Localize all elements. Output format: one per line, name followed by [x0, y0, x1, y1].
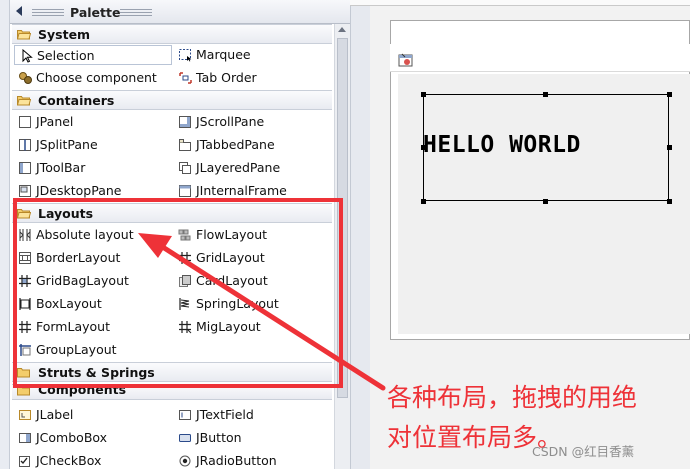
- left-edge-strip: [0, 0, 10, 469]
- palette-item-jlabel[interactable]: JLabel: [14, 405, 172, 425]
- palette-item-gridlayout[interactable]: GridLayout: [174, 248, 332, 268]
- resize-handle-e[interactable]: [667, 145, 672, 150]
- jsplitpane-icon: [19, 139, 31, 151]
- category-components[interactable]: Components: [12, 384, 332, 400]
- formlayout-icon: [19, 321, 31, 333]
- palette-item-flowlayout[interactable]: FlowLayout: [174, 225, 332, 245]
- cardlayout-icon: [179, 275, 191, 287]
- resize-handle-ne[interactable]: [667, 92, 672, 97]
- miglayout-icon: [179, 321, 192, 334]
- palette-item-grouplayout[interactable]: GroupLayout: [14, 340, 172, 360]
- jlayeredpane-icon: [179, 162, 191, 174]
- design-ruler-strip: [350, 0, 370, 469]
- flowlayout-icon: [178, 229, 191, 241]
- jlabel-icon: [19, 410, 31, 420]
- java-frame-icon: [398, 53, 413, 67]
- category-label: Containers: [38, 93, 115, 108]
- jscrollpane-icon: [179, 116, 191, 128]
- palette-item-jcheckbox[interactable]: JCheckBox: [14, 451, 172, 469]
- category-containers[interactable]: Containers: [12, 90, 332, 110]
- folder-closed-icon: [17, 368, 30, 378]
- palette-item-jtextfield[interactable]: JTextField: [174, 405, 332, 425]
- gridlayout-icon: [179, 252, 191, 264]
- palette-item-jtabbedpane[interactable]: JTabbedPane: [174, 135, 332, 155]
- palette-header: Palette: [10, 0, 350, 24]
- grip-left-icon[interactable]: [32, 9, 64, 16]
- resize-handle-se[interactable]: [667, 199, 672, 204]
- springlayout-icon: [179, 298, 190, 310]
- jframe-title-bar: [390, 44, 690, 72]
- resize-handle-nw[interactable]: [421, 92, 426, 97]
- palette-title: Palette: [70, 5, 121, 20]
- palette-item-absolute-layout[interactable]: Absolute layout: [14, 225, 172, 245]
- hello-world-label[interactable]: HELLO WORLD: [423, 132, 581, 158]
- palette-item-marquee[interactable]: Marquee: [174, 45, 332, 65]
- collapse-palette-icon[interactable]: [16, 6, 22, 16]
- jinternalframe-icon: [179, 185, 191, 197]
- borderlayout-icon: [19, 252, 31, 264]
- category-struts-springs[interactable]: Struts & Springs: [12, 362, 332, 382]
- category-layouts[interactable]: Layouts: [12, 203, 332, 223]
- palette-item-jpanel[interactable]: JPanel: [14, 112, 172, 132]
- gridbaglayout-icon: [19, 275, 31, 287]
- palette-item-selection[interactable]: Selection: [14, 45, 172, 65]
- palette-item-cardlayout[interactable]: CardLayout: [174, 271, 332, 291]
- palette-item-jdesktoppane[interactable]: JDesktopPane: [14, 181, 172, 201]
- category-system[interactable]: System: [12, 24, 332, 44]
- palette-item-formlayout[interactable]: FormLayout: [14, 317, 172, 337]
- marquee-icon: [179, 49, 192, 62]
- absolute-layout-icon: [19, 229, 31, 241]
- palette-item-jcombobox[interactable]: JComboBox: [14, 428, 172, 448]
- category-label: System: [38, 27, 91, 42]
- csdn-watermark: CSDN @红目香薰: [532, 444, 635, 459]
- palette-item-jtoolbar[interactable]: JToolBar: [14, 158, 172, 178]
- palette-item-miglayout[interactable]: MigLayout: [174, 317, 332, 337]
- jtextfield-icon: [179, 410, 191, 420]
- palette-item-gridbaglayout[interactable]: GridBagLayout: [14, 271, 172, 291]
- jdesktoppane-icon: [19, 185, 31, 197]
- folder-open-icon: [17, 30, 31, 40]
- category-label: Struts & Springs: [38, 365, 155, 380]
- jtabbedpane-icon: [179, 139, 191, 151]
- palette-item-jlayeredpane[interactable]: JLayeredPane: [174, 158, 332, 178]
- palette-item-tab-order[interactable]: Tab Order: [174, 68, 332, 88]
- palette-item-jradiobutton[interactable]: JRadioButton: [174, 451, 332, 469]
- jcombobox-icon: [19, 433, 31, 443]
- design-top-bar: [350, 0, 690, 6]
- grouplayout-icon: [19, 344, 31, 356]
- boxlayout-icon: [19, 298, 31, 310]
- choose-component-icon: [19, 72, 32, 84]
- palette-item-jbutton[interactable]: JButton: [174, 428, 332, 448]
- palette-item-springlayout[interactable]: SpringLayout: [174, 294, 332, 314]
- jtoolbar-icon: [19, 162, 31, 174]
- annotation-line-1: 各种布局，拖拽的用绝: [387, 383, 638, 412]
- palette-panel: Palette System Selection Marquee Choose …: [10, 0, 350, 469]
- tab-order-icon: [179, 72, 192, 84]
- folder-open-icon: [17, 96, 31, 106]
- palette-item-choose-component[interactable]: Choose component: [14, 68, 172, 88]
- scroll-up-icon[interactable]: [338, 27, 346, 32]
- grip-right-icon[interactable]: [120, 9, 152, 16]
- folder-open-icon: [17, 386, 30, 396]
- palette-item-borderlayout[interactable]: BorderLayout: [14, 248, 172, 268]
- palette-item-boxlayout[interactable]: BoxLayout: [14, 294, 172, 314]
- palette-item-jsplitpane[interactable]: JSplitPane: [14, 135, 172, 155]
- jcheckbox-icon: [19, 456, 30, 467]
- resize-handle-sw[interactable]: [421, 199, 426, 204]
- folder-open-icon: [17, 209, 31, 219]
- jpanel-icon: [19, 116, 31, 128]
- jbutton-icon: [179, 434, 191, 442]
- cursor-arrow-icon: [22, 49, 33, 63]
- palette-item-jscrollpane[interactable]: JScrollPane: [174, 112, 332, 132]
- resize-handle-n[interactable]: [543, 92, 548, 97]
- resize-handle-s[interactable]: [543, 199, 548, 204]
- palette-scrollbar[interactable]: [334, 24, 350, 469]
- category-label: Layouts: [38, 206, 94, 221]
- category-label: Components: [38, 384, 127, 397]
- jradiobutton-icon: [179, 455, 191, 467]
- scrollbar-thumb[interactable]: [337, 38, 348, 398]
- palette-item-jinternalframe[interactable]: JInternalFrame: [174, 181, 332, 201]
